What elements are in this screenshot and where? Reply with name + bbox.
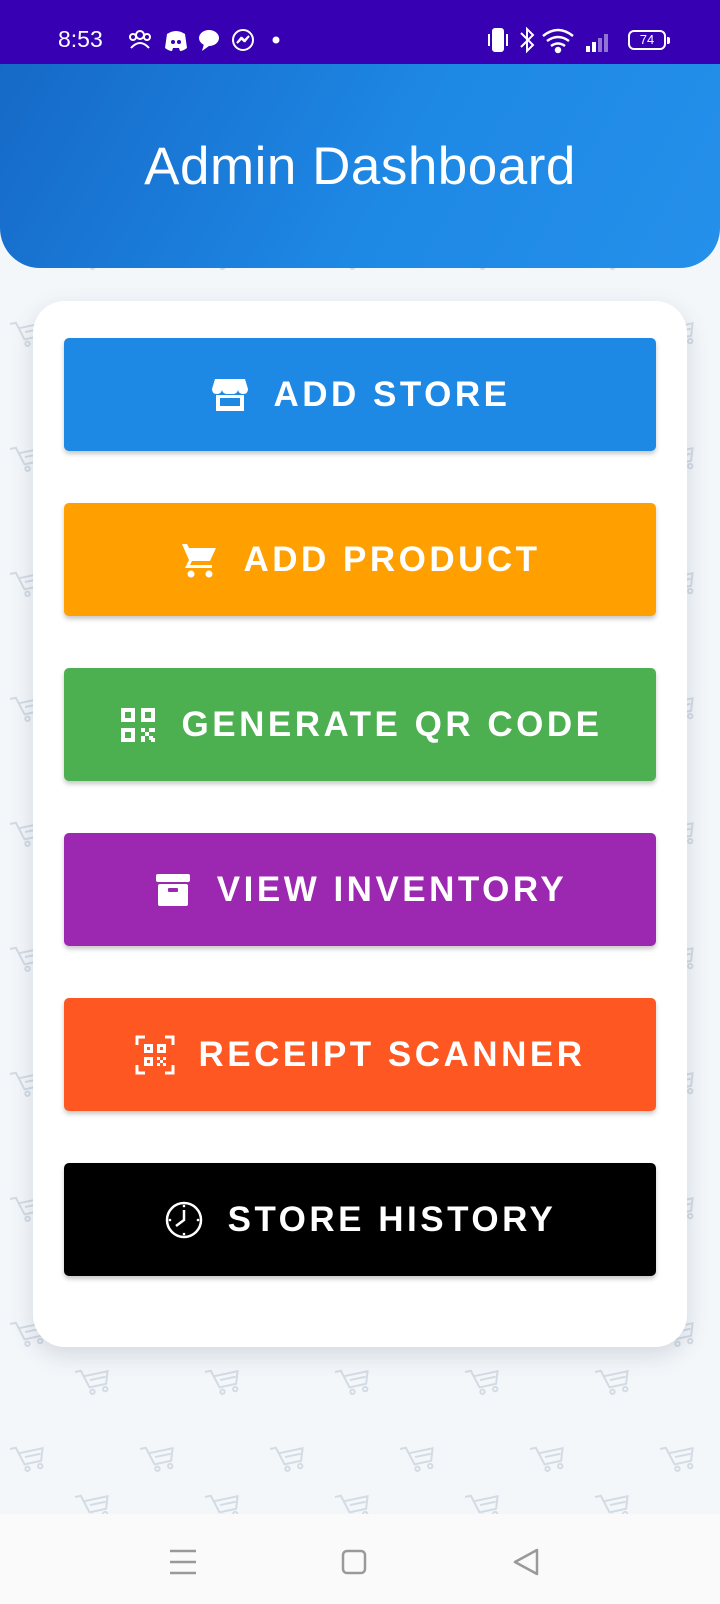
header: Admin Dashboard (0, 64, 720, 268)
add-product-label: ADD PRODUCT (243, 539, 541, 579)
navigation-bar (0, 1514, 720, 1604)
receipt-scanner-button[interactable]: RECEIPT SCANNER (64, 998, 656, 1111)
status-time: 8:53 (58, 26, 103, 52)
status-bar: 8:53 74 (0, 0, 720, 64)
back-triangle-icon[interactable] (506, 1542, 546, 1582)
generate-qr-code-label: GENERATE QR CODE (181, 704, 603, 744)
add-store-label: ADD STORE (273, 374, 511, 414)
menu-icon[interactable] (164, 1542, 204, 1582)
messenger-icon (232, 29, 254, 51)
signal-icon (586, 34, 608, 52)
view-inventory-button[interactable]: VIEW INVENTORY (64, 833, 656, 946)
chat-bubble-icon (199, 30, 219, 51)
vibrate-icon (488, 28, 508, 52)
battery-icon: 74 (628, 30, 670, 50)
page-title: Admin Dashboard (144, 137, 576, 196)
add-product-button[interactable]: ADD PRODUCT (64, 503, 656, 616)
qr-scanner-icon (135, 1035, 175, 1075)
receipt-scanner-label: RECEIPT SCANNER (198, 1034, 586, 1074)
inventory-box-icon (153, 870, 193, 910)
store-history-label: STORE HISTORY (227, 1199, 557, 1239)
clock-icon (164, 1200, 204, 1240)
home-square-icon[interactable] (334, 1542, 374, 1582)
dot-icon (272, 36, 280, 44)
wifi-icon (542, 28, 574, 54)
view-inventory-label: VIEW INVENTORY (216, 869, 568, 909)
cart-icon (179, 540, 219, 580)
qr-code-icon (118, 705, 158, 745)
generate-qr-code-button[interactable]: GENERATE QR CODE (64, 668, 656, 781)
group-icon (129, 30, 151, 49)
discord-icon (165, 31, 187, 51)
bluetooth-icon (520, 26, 535, 54)
add-store-button[interactable]: ADD STORE (64, 338, 656, 451)
store-history-button[interactable]: STORE HISTORY (64, 1163, 656, 1276)
status-left-icons (129, 29, 280, 51)
store-icon (210, 375, 250, 415)
